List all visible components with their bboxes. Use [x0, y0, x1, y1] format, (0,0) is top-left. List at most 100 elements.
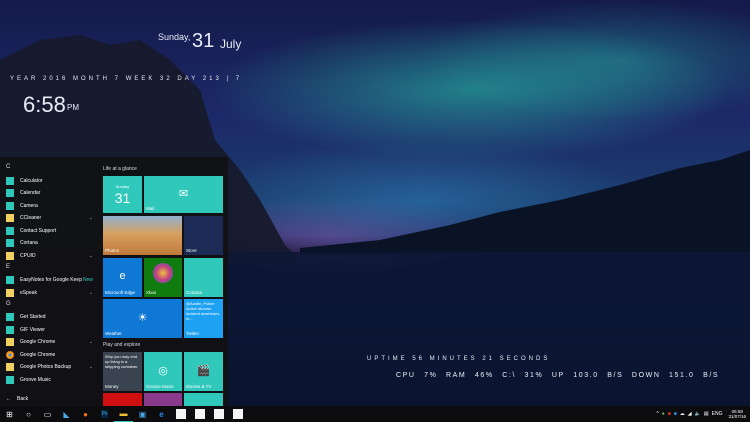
- app-label: Cortana: [20, 240, 38, 246]
- expand-chevron-icon[interactable]: ⌄: [89, 364, 93, 370]
- app-list-item[interactable]: EasyNotes for Google Keep New: [6, 275, 96, 286]
- day-number: 31: [192, 30, 215, 52]
- app-icon: [194, 409, 205, 419]
- new-badge: New: [82, 277, 93, 283]
- tile-teal[interactable]: [184, 393, 223, 406]
- tile-red[interactable]: [103, 393, 142, 406]
- app-icon: [6, 189, 14, 197]
- taskbar-app-2[interactable]: ▣: [133, 406, 152, 422]
- app-list-item[interactable]: Contact Support: [6, 225, 96, 236]
- system-stats: CPU 7% RAM 46% C:\ 31% UP 103.0 B/S DOWN…: [396, 372, 720, 379]
- group-header-e[interactable]: E: [6, 264, 10, 270]
- taskbar-app-6[interactable]: [228, 406, 247, 422]
- app-icon: ◣: [63, 409, 70, 419]
- tile-movies-tv[interactable]: 🎬 Movies & TV: [184, 352, 223, 391]
- xbox-avatar: [153, 263, 173, 283]
- app-icon: [6, 214, 14, 222]
- app-label: Calculator: [20, 177, 43, 184]
- app-list-item[interactable]: CPUID ⌄: [6, 250, 96, 261]
- app-label: Google Chrome: [20, 339, 56, 345]
- app-list-item[interactable]: CCleaner ⌄: [6, 213, 96, 224]
- taskbar-file-explorer[interactable]: ▬: [114, 406, 133, 422]
- onedrive-icon[interactable]: ☁: [680, 411, 685, 417]
- app-icon: [6, 338, 14, 346]
- app-list-item[interactable]: eSpeak ⌄: [6, 287, 96, 298]
- show-hidden-icons-chevron-icon[interactable]: ^: [656, 411, 658, 417]
- app-icon: [6, 375, 14, 384]
- taskbar-edge[interactable]: e: [152, 406, 171, 422]
- expand-chevron-icon[interactable]: ⌄: [89, 339, 93, 345]
- app-icon: [6, 288, 14, 297]
- expand-chevron-icon[interactable]: ⌄: [89, 253, 93, 259]
- expand-chevron-icon[interactable]: ⌄: [89, 290, 93, 296]
- edge-icon: e: [119, 269, 126, 282]
- mail-icon: ✉: [178, 188, 189, 201]
- tile-calendar[interactable]: Sunday 31: [103, 176, 142, 213]
- tray-app-icon[interactable]: ■: [674, 411, 677, 417]
- app-list-item[interactable]: GIF Viewer: [6, 324, 96, 335]
- taskbar-app-5[interactable]: [209, 406, 228, 422]
- search-button[interactable]: ○: [19, 406, 38, 422]
- tile-edge[interactable]: e Microsoft Edge: [103, 258, 142, 297]
- firefox-icon: ●: [83, 409, 88, 419]
- app-list-item[interactable]: Calendar: [6, 188, 96, 199]
- expand-chevron-icon[interactable]: ⌄: [89, 215, 93, 221]
- app-list-item[interactable]: Camera: [6, 200, 96, 211]
- taskbar-clock[interactable]: 06:58 31/07/16: [728, 409, 746, 419]
- app-icon: [6, 325, 14, 334]
- tile-money[interactable]: Why you may end up living in a shipping …: [103, 352, 142, 391]
- app-label: Calendar: [20, 190, 41, 196]
- app-list-item[interactable]: Calculator: [6, 175, 96, 186]
- section-life-at-a-glance: Life at a glance: [103, 166, 137, 172]
- tile-cortana[interactable]: Cortana: [184, 258, 223, 297]
- tile-twitter[interactable]: @Austin_Police Active shooter incident d…: [184, 299, 223, 338]
- group-header-c[interactable]: C: [6, 164, 10, 170]
- taskbar-photoshop[interactable]: Ps: [95, 406, 114, 422]
- task-view-icon: ▭: [43, 409, 52, 419]
- back-arrow-icon: ←: [6, 395, 11, 402]
- tile-weather[interactable]: ☀ Weather: [103, 299, 182, 338]
- tile-mail[interactable]: ✉ Mail: [144, 176, 223, 213]
- clock-ampm: PM: [67, 103, 79, 112]
- tile-store[interactable]: Store: [184, 216, 223, 255]
- tile-groove-music[interactable]: ◎ Groove Music: [144, 352, 182, 391]
- action-center-icon[interactable]: ▤: [704, 411, 709, 417]
- language-indicator[interactable]: ENG: [712, 411, 723, 417]
- network-icon[interactable]: ◢: [688, 411, 692, 417]
- month-text: July: [220, 37, 242, 51]
- app-label: CCleaner: [20, 215, 42, 221]
- app-list-item[interactable]: Cortana: [6, 238, 96, 249]
- tile-xbox[interactable]: Xbox: [144, 258, 182, 297]
- app-list-item[interactable]: Google Chrome: [6, 349, 96, 360]
- app-list-item[interactable]: Groove Music: [6, 374, 96, 385]
- app-list-item[interactable]: Get Started: [6, 312, 96, 323]
- task-view-button[interactable]: ▭: [38, 406, 57, 422]
- app-list-item[interactable]: Google Chrome ⌄: [6, 337, 96, 348]
- weekday-text: Sunday,: [158, 32, 191, 42]
- app-label: Google Chrome: [20, 351, 56, 358]
- tile-purple[interactable]: [144, 393, 182, 406]
- section-play-and-explore: Play and explore: [103, 342, 141, 348]
- taskbar-app-1[interactable]: ◣: [57, 406, 76, 422]
- app-label: GIF Viewer: [20, 326, 45, 333]
- app-label: CPUID: [20, 252, 36, 259]
- app-icon: [6, 350, 14, 359]
- taskbar: ⊞ ○ ▭ ◣ ● Ps ▬ ▣ e ^ ● ■ ■ ☁ ◢ 🔈 ▤ ENG 0…: [0, 406, 750, 422]
- start-button[interactable]: ⊞: [0, 406, 19, 422]
- clock-time: 6:58: [23, 92, 66, 117]
- tray-app-icon[interactable]: ■: [668, 411, 671, 417]
- app-label: Get Started: [20, 314, 46, 320]
- tile-photos[interactable]: Photos: [103, 216, 182, 255]
- app-icon: [232, 409, 243, 419]
- volume-icon[interactable]: 🔈: [695, 411, 701, 417]
- taskbar-app-3[interactable]: [171, 406, 190, 422]
- clapper-icon: 🎬: [196, 364, 211, 377]
- taskbar-firefox[interactable]: ●: [76, 406, 95, 422]
- taskbar-app-4[interactable]: [190, 406, 209, 422]
- group-header-g[interactable]: G: [6, 301, 11, 307]
- app-icon: [6, 313, 14, 321]
- photoshop-icon: Ps: [100, 410, 109, 418]
- back-button[interactable]: ← Back: [6, 393, 96, 404]
- app-list-item[interactable]: Google Photos Backup ⌄: [6, 362, 96, 373]
- tray-app-icon[interactable]: ●: [662, 411, 665, 417]
